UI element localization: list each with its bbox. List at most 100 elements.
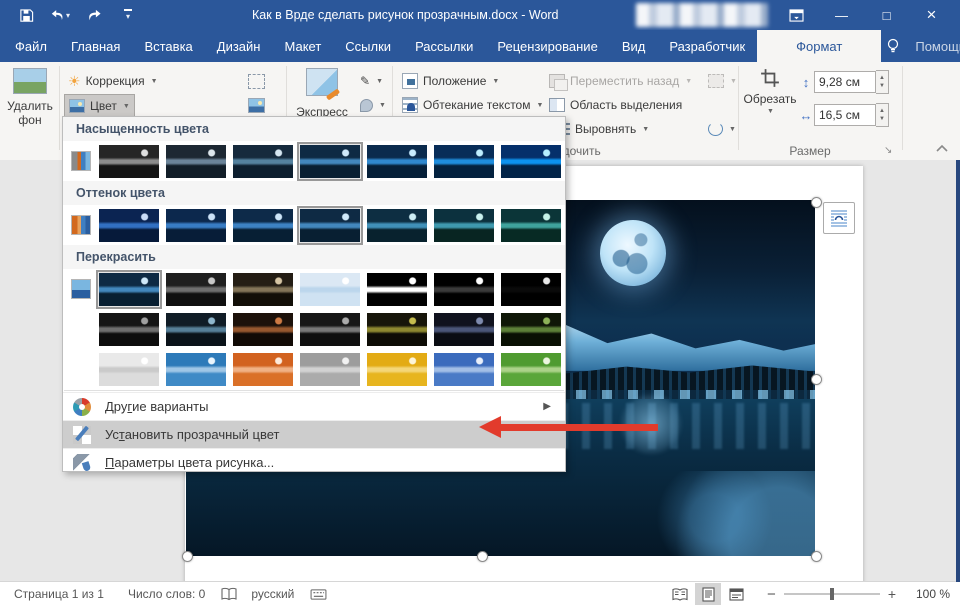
color-variant-thumbnail[interactable]: [166, 208, 226, 242]
tab-layout[interactable]: Макет: [272, 30, 333, 62]
color-variant-thumbnail[interactable]: [99, 352, 159, 386]
language-indicator[interactable]: русский: [251, 587, 294, 601]
color-variant-thumbnail[interactable]: [166, 312, 226, 346]
zoom-out-button[interactable]: −: [767, 586, 776, 603]
height-input[interactable]: [814, 71, 876, 93]
proofing-icon[interactable]: [221, 587, 237, 601]
selection-handle-bottom-right[interactable]: [811, 551, 822, 562]
color-variant-thumbnail[interactable]: [367, 144, 427, 178]
color-variant-thumbnail[interactable]: [300, 272, 360, 306]
tab-file[interactable]: Файл: [3, 30, 59, 62]
color-variant-thumbnail[interactable]: [233, 272, 293, 306]
rotate-button[interactable]: ▼: [704, 118, 740, 140]
color-variant-thumbnail[interactable]: [434, 312, 494, 346]
color-variant-thumbnail[interactable]: [501, 272, 561, 306]
web-layout-button[interactable]: [723, 583, 749, 605]
tab-view[interactable]: Вид: [610, 30, 658, 62]
help-tab-label[interactable]: Помощн: [915, 39, 960, 54]
color-variant-thumbnail[interactable]: [367, 272, 427, 306]
color-variant-thumbnail[interactable]: [434, 352, 494, 386]
height-spinner[interactable]: ▲ ▼: [876, 70, 889, 94]
selection-handle-bottom-middle[interactable]: [477, 551, 488, 562]
zoom-slider-knob[interactable]: [829, 588, 834, 600]
tab-insert[interactable]: Вставка: [132, 30, 204, 62]
selection-handle-right-middle[interactable]: [811, 374, 822, 385]
customize-qat-icon[interactable]: ▾: [118, 4, 138, 26]
color-variant-thumbnail[interactable]: [99, 144, 159, 178]
color-variant-thumbnail[interactable]: [300, 352, 360, 386]
menu-item-picture-color-options[interactable]: Параметры цвета рисунка...: [63, 448, 565, 476]
color-variant-thumbnail[interactable]: [367, 352, 427, 386]
color-variant-thumbnail[interactable]: [434, 208, 494, 242]
zoom-slider[interactable]: [783, 588, 880, 600]
wrap-text-button[interactable]: Обтекание текстом ▼: [398, 94, 547, 116]
tab-mailings[interactable]: Рассылки: [403, 30, 485, 62]
selection-handle-top-right[interactable]: [811, 197, 822, 208]
remove-background-label-2: фон: [18, 113, 42, 127]
width-spinner[interactable]: ▲ ▼: [876, 103, 889, 127]
size-dialog-launcher-icon[interactable]: ↘: [884, 145, 892, 156]
color-variant-thumbnail[interactable]: [501, 312, 561, 346]
minimize-button[interactable]: —: [819, 0, 864, 30]
picture-quick-styles-button[interactable]: Экспресс: [294, 68, 350, 119]
color-variant-thumbnail[interactable]: [166, 144, 226, 178]
crop-button[interactable]: Обрезать ▼: [744, 68, 796, 115]
gallery-tone: [99, 208, 561, 242]
color-variant-thumbnail[interactable]: [434, 272, 494, 306]
color-variant-thumbnail[interactable]: [300, 208, 360, 242]
color-variant-thumbnail[interactable]: [434, 144, 494, 178]
print-layout-button[interactable]: [695, 583, 722, 605]
save-icon[interactable]: [16, 4, 36, 26]
position-button[interactable]: Положение ▼: [398, 70, 503, 92]
align-button[interactable]: Выровнять ▼: [552, 118, 653, 140]
page-indicator[interactable]: Страница 1 из 1: [14, 587, 104, 601]
collapse-ribbon-icon[interactable]: [934, 142, 950, 159]
word-count[interactable]: Число слов: 0: [128, 587, 205, 601]
tab-design[interactable]: Дизайн: [205, 30, 273, 62]
remove-background-button[interactable]: Удалить фон: [4, 68, 56, 127]
corrections-button[interactable]: ☀ Коррекция ▼: [64, 70, 162, 92]
color-variant-thumbnail[interactable]: [233, 144, 293, 178]
tab-home[interactable]: Главная: [59, 30, 132, 62]
undo-dropdown-arrow[interactable]: ▾: [66, 11, 70, 20]
tab-format[interactable]: Формат: [757, 30, 882, 62]
color-variant-thumbnail[interactable]: [99, 272, 159, 306]
color-variant-thumbnail[interactable]: [501, 208, 561, 242]
color-variant-thumbnail[interactable]: [233, 208, 293, 242]
color-variant-thumbnail[interactable]: [367, 312, 427, 346]
layout-options-button[interactable]: [823, 202, 855, 234]
selection-pane-button[interactable]: Область выделения: [545, 94, 686, 116]
width-input[interactable]: [814, 104, 876, 126]
read-mode-button[interactable]: [667, 583, 693, 605]
color-variant-thumbnail[interactable]: [233, 312, 293, 346]
change-picture-button[interactable]: [244, 70, 269, 92]
zoom-percentage[interactable]: 100 %: [908, 587, 950, 601]
keyboard-icon[interactable]: [310, 588, 327, 601]
color-variant-thumbnail[interactable]: [300, 312, 360, 346]
color-variant-thumbnail[interactable]: [367, 208, 427, 242]
picture-effects-button[interactable]: ▼: [356, 94, 390, 116]
undo-icon[interactable]: ▾: [50, 4, 70, 26]
picture-border-button[interactable]: ✎ ▼: [356, 70, 387, 92]
color-variant-thumbnail[interactable]: [501, 144, 561, 178]
color-variant-thumbnail[interactable]: [99, 312, 159, 346]
align-caret-icon: ▼: [642, 125, 650, 133]
lightbulb-icon[interactable]: [881, 34, 905, 58]
tab-review[interactable]: Рецензирование: [485, 30, 609, 62]
tab-references[interactable]: Ссылки: [333, 30, 403, 62]
color-variant-thumbnail[interactable]: [233, 352, 293, 386]
selection-handle-bottom-left[interactable]: [182, 551, 193, 562]
ribbon-display-options-icon[interactable]: [774, 0, 819, 30]
close-button[interactable]: ×: [909, 0, 954, 30]
tab-developer[interactable]: Разработчик: [657, 30, 757, 62]
color-variant-thumbnail[interactable]: [300, 144, 360, 178]
maximize-button[interactable]: □: [864, 0, 909, 30]
zoom-in-button[interactable]: +: [888, 586, 896, 602]
color-variant-thumbnail[interactable]: [166, 272, 226, 306]
redo-icon[interactable]: [84, 4, 104, 26]
color-button[interactable]: Цвет ▼: [64, 94, 135, 118]
color-variant-thumbnail[interactable]: [501, 352, 561, 386]
color-variant-thumbnail[interactable]: [166, 352, 226, 386]
reset-picture-button[interactable]: [244, 94, 269, 116]
color-variant-thumbnail[interactable]: [99, 208, 159, 242]
